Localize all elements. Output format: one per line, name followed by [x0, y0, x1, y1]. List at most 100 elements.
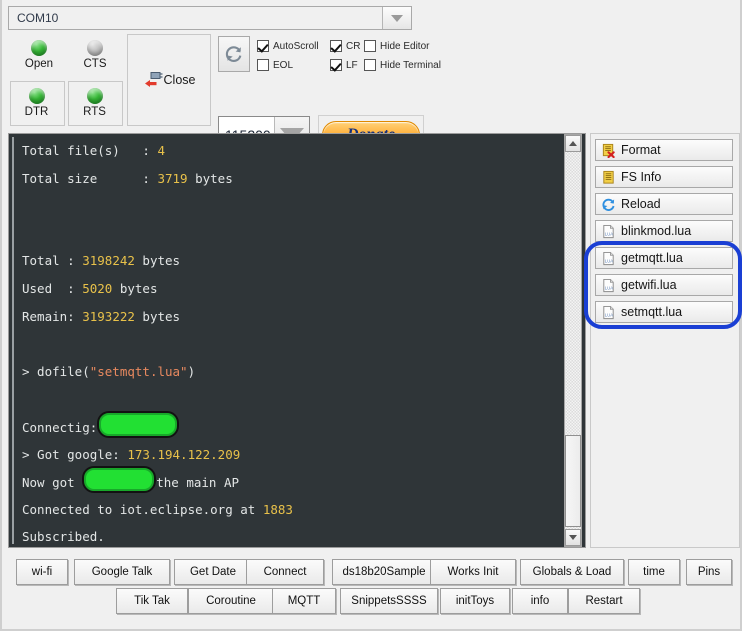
- terminal-line: Used : 5020 bytes: [14, 275, 568, 303]
- macro-button-ds18b20sample[interactable]: ds18b20Sample: [332, 559, 436, 585]
- terminal-number: 3198242: [82, 253, 135, 269]
- refresh-icon: [602, 198, 615, 211]
- document-delete-icon: [602, 143, 615, 158]
- macro-button-restart[interactable]: Restart: [568, 588, 640, 614]
- macro-button-google-talk[interactable]: Google Talk: [74, 559, 170, 585]
- file-panel-button-setmqtt-lua[interactable]: LUA setmqtt.lua: [595, 301, 733, 323]
- terminal-number: 3719: [157, 170, 188, 186]
- terminal-text: bytes: [134, 253, 181, 269]
- macro-button-info[interactable]: info: [512, 588, 568, 614]
- terminal-number: 5020: [82, 280, 113, 296]
- connection-toolbar: Open CTS DTR RTS Close AutoScroll EOL CR…: [8, 32, 441, 155]
- scrollbar-down-button[interactable]: [565, 529, 581, 546]
- checkbox-eol-label: EOL: [273, 59, 294, 71]
- checkbox-autoscroll-label: AutoScroll: [273, 40, 319, 52]
- macro-button-snippetsssss[interactable]: SnippetsSSSS: [340, 588, 438, 614]
- checkbox-lf-label: LF: [346, 59, 358, 71]
- checkbox-hide-terminal[interactable]: Hide Terminal: [364, 59, 441, 71]
- terminal-text: Connected to iot.eclipse.org at: [22, 501, 263, 517]
- checkbox-hide-terminal-label: Hide Terminal: [380, 59, 441, 71]
- rts-toggle[interactable]: RTS: [68, 81, 123, 126]
- checkbox-cr-box[interactable]: [330, 40, 342, 52]
- terminal-line: Remain: 3193222 bytes: [14, 303, 568, 331]
- com-port-select[interactable]: COM10: [8, 6, 412, 30]
- refresh-icon: [225, 46, 242, 62]
- file-panel-button-getwifi-lua[interactable]: LUA getwifi.lua: [595, 274, 733, 296]
- checkbox-lf[interactable]: LF: [330, 59, 358, 71]
- checkbox-lf-box[interactable]: [330, 59, 342, 71]
- terminal-scrollbar[interactable]: [564, 134, 582, 547]
- led-cts-label: CTS: [83, 58, 107, 70]
- terminal-text: ): [187, 363, 196, 379]
- close-connection-button[interactable]: Close: [127, 34, 211, 126]
- led-open[interactable]: Open: [10, 40, 68, 70]
- terminal-text: Total file(s) :: [22, 143, 158, 158]
- dtr-toggle[interactable]: DTR: [10, 81, 65, 126]
- checkbox-autoscroll[interactable]: AutoScroll: [257, 40, 319, 52]
- macro-button-tik-tak[interactable]: Tik Tak: [116, 588, 188, 614]
- file-panel-button-label: setmqtt.lua: [621, 305, 683, 319]
- led-group-top: Open CTS: [10, 34, 124, 82]
- scrollbar-thumb[interactable]: [565, 435, 581, 527]
- svg-text:LUA: LUA: [605, 285, 613, 290]
- file-panel-button-label: getwifi.lua: [621, 278, 677, 292]
- macro-button-globals-load[interactable]: Globals & Load: [520, 559, 624, 585]
- file-panel-button-label: getmqtt.lua: [621, 251, 683, 265]
- com-port-dropdown-arrow[interactable]: [382, 7, 411, 29]
- macro-button-mqtt[interactable]: MQTT: [272, 588, 336, 614]
- terminal-text: Connectig:: [22, 419, 98, 435]
- lua-file-icon: LUA: [603, 224, 614, 238]
- lua-file-icon: LUA: [603, 278, 614, 292]
- terminal-line: Total : 3198242 bytes: [14, 247, 568, 275]
- file-panel-button-label: blinkmod.lua: [621, 224, 692, 238]
- disconnect-plug-icon: [144, 72, 163, 87]
- terminal-line: Subscribed.: [14, 523, 568, 544]
- checkbox-hide-terminal-box[interactable]: [364, 59, 376, 71]
- lua-file-icon: LUA: [603, 305, 614, 319]
- checkbox-eol[interactable]: EOL: [257, 59, 293, 71]
- file-panel-button-getmqtt-lua[interactable]: LUA getmqtt.lua: [595, 247, 733, 269]
- terminal-line: > Got google: 173.194.122.209: [14, 441, 568, 469]
- chevron-up-icon: [569, 141, 577, 146]
- chevron-down-icon: [569, 535, 577, 540]
- macro-button-works-init[interactable]: Works Init: [430, 559, 516, 585]
- terminal-line: > dofile("setmqtt.lua"): [14, 358, 568, 386]
- terminal-text: Now got: [22, 475, 83, 491]
- macro-button-inittoys[interactable]: initToys: [440, 588, 510, 614]
- refresh-ports-button[interactable]: [218, 36, 250, 72]
- scrollbar-up-button[interactable]: [565, 135, 581, 152]
- terminal-text: Total :: [22, 253, 83, 269]
- terminal-line: Total size : 3719 bytes: [14, 165, 568, 193]
- file-panel-button-fs-info[interactable]: FS Info: [595, 166, 733, 188]
- checkbox-autoscroll-box[interactable]: [257, 40, 269, 52]
- led-cts[interactable]: CTS: [66, 40, 124, 70]
- terminal-text: bytes: [112, 280, 158, 296]
- macro-button-get-date[interactable]: Get Date: [174, 559, 252, 585]
- macro-button-connect[interactable]: Connect: [246, 559, 324, 585]
- macro-button-wi-fi[interactable]: wi-fi: [16, 559, 68, 585]
- file-panel-button-blinkmod-lua[interactable]: LUA blinkmod.lua: [595, 220, 733, 242]
- checkbox-eol-box[interactable]: [257, 59, 269, 71]
- file-panel-button-reload[interactable]: Reload: [595, 193, 733, 215]
- terminal-number: 3193222: [82, 308, 135, 324]
- checkbox-cr[interactable]: CR: [330, 40, 360, 52]
- macro-button-coroutine[interactable]: Coroutine: [188, 588, 274, 614]
- checkbox-hide-editor[interactable]: Hide Editor: [364, 40, 429, 52]
- led-open-label: Open: [24, 58, 54, 70]
- terminal-text: > Got google:: [22, 446, 128, 462]
- terminal-line: Connectig:: [14, 412, 568, 441]
- file-panel-button-format[interactable]: Format: [595, 139, 733, 161]
- terminal-number: 4: [157, 143, 165, 158]
- macro-button-time[interactable]: time: [628, 559, 680, 585]
- file-panel-button-label: Format: [621, 143, 661, 157]
- file-panel-button-label: Reload: [621, 197, 661, 211]
- terminal-text: > dofile(: [22, 363, 90, 379]
- terminal-output[interactable]: Total file(s) : 4 Total size : 3719 bytes…: [12, 137, 568, 544]
- led-dtr-label: DTR: [24, 106, 49, 118]
- checkbox-hide-editor-box[interactable]: [364, 40, 376, 52]
- terminal-text: bytes: [134, 308, 181, 324]
- macro-button-pins[interactable]: Pins: [686, 559, 732, 585]
